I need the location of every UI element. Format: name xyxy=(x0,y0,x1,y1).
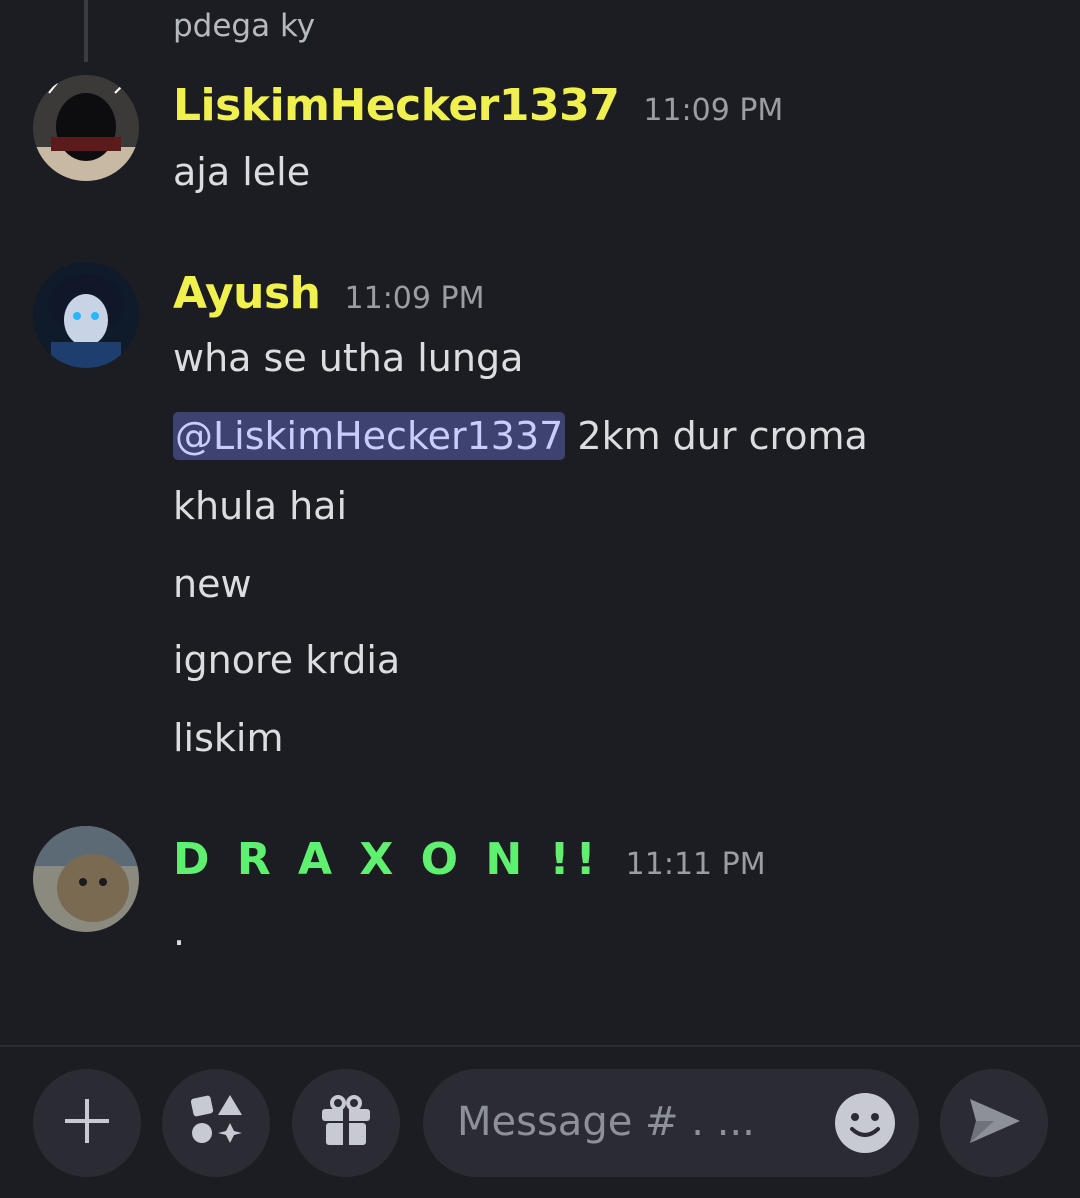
gift-icon xyxy=(316,1091,376,1155)
message-text-with-mention: @LiskimHecker1337 2km dur croma xyxy=(173,412,868,460)
message-text: ignore krdia xyxy=(173,638,401,682)
apps-icon xyxy=(186,1091,246,1155)
message-text: khula hai xyxy=(173,484,348,528)
emoji-icon xyxy=(835,1113,895,1157)
avatar[interactable] xyxy=(33,826,139,932)
username[interactable]: D R A X O N !! xyxy=(173,834,602,885)
timestamp: 11:11 PM xyxy=(625,847,766,882)
message-input[interactable]: Message # . ... xyxy=(423,1069,919,1177)
timestamp: 11:09 PM xyxy=(643,93,784,128)
reply-preview-text[interactable]: pdega ky xyxy=(173,8,315,44)
composer-divider xyxy=(0,1045,1080,1047)
message-text: 2km dur croma xyxy=(577,414,868,458)
message-text: aja lele xyxy=(173,150,311,194)
plus-button[interactable] xyxy=(33,1069,141,1177)
message-header: D R A X O N !! 11:11 PM xyxy=(173,834,766,885)
send-icon xyxy=(964,1091,1024,1155)
reply-spine xyxy=(84,0,88,62)
message-text: wha se utha lunga xyxy=(173,336,524,380)
message-header: LiskimHecker1337 11:09 PM xyxy=(173,80,783,131)
message-text: . xyxy=(173,910,186,954)
timestamp: 11:09 PM xyxy=(344,281,485,316)
message-header: Ayush 11:09 PM xyxy=(173,268,484,319)
message-input-placeholder: Message # . ... xyxy=(457,1099,755,1145)
gift-button[interactable] xyxy=(292,1069,400,1177)
message-text: new xyxy=(173,562,252,606)
avatar[interactable] xyxy=(33,262,139,368)
emoji-button[interactable] xyxy=(835,1093,895,1153)
apps-button[interactable] xyxy=(162,1069,270,1177)
avatar[interactable] xyxy=(33,75,139,181)
username[interactable]: LiskimHecker1337 xyxy=(173,80,620,131)
plus-icon xyxy=(59,1093,115,1153)
user-mention[interactable]: @LiskimHecker1337 xyxy=(173,412,566,460)
message-text: liskim xyxy=(173,716,284,760)
send-button[interactable] xyxy=(940,1069,1048,1177)
username[interactable]: Ayush xyxy=(173,268,321,319)
